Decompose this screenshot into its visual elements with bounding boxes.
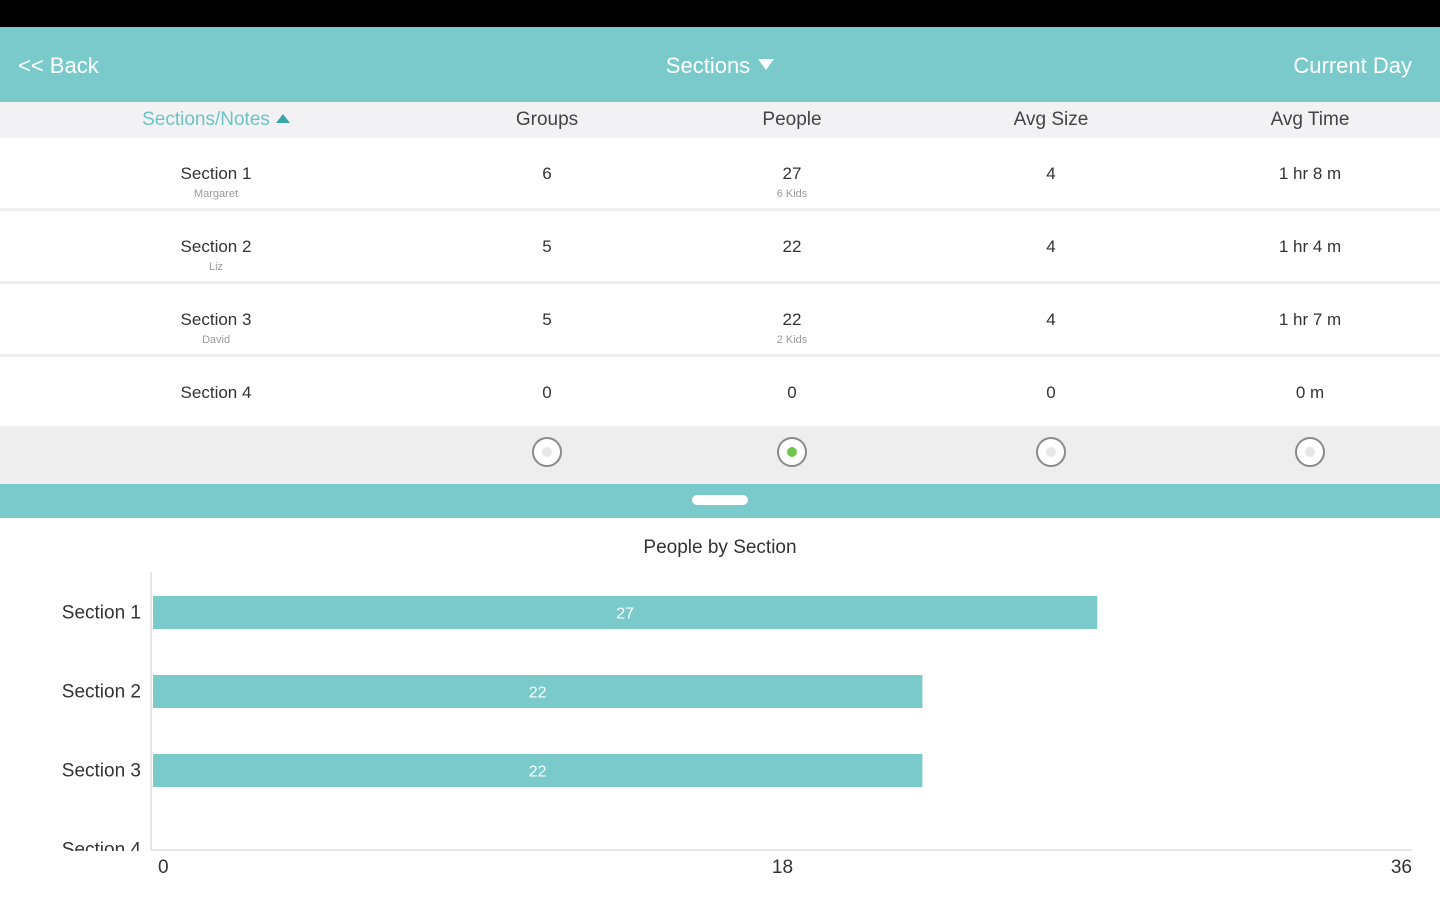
avg-size-radio[interactable] bbox=[1036, 437, 1066, 467]
groups-value: 0 bbox=[542, 383, 552, 402]
avg-time-value: 1 hr 7 m bbox=[1278, 310, 1342, 329]
people-value: 22 bbox=[782, 310, 802, 329]
groups-value: 5 bbox=[542, 237, 552, 256]
avg-size-value: 4 bbox=[1046, 237, 1056, 256]
data-label: 22 bbox=[529, 685, 547, 702]
sections-dropdown[interactable]: Sections bbox=[0, 53, 1440, 79]
category-label: Section 2 bbox=[62, 682, 141, 703]
section-note: Margaret bbox=[193, 188, 239, 200]
column-avg-size[interactable]: Avg Size bbox=[951, 109, 1151, 131]
section-name: Section 3 bbox=[180, 310, 252, 329]
sort-ascending-icon bbox=[275, 114, 290, 123]
people-value: 27 bbox=[782, 164, 802, 183]
column-sections-notes[interactable]: Sections/Notes bbox=[116, 109, 316, 131]
section-name: Section 4 bbox=[180, 383, 252, 402]
label-clip bbox=[0, 851, 151, 890]
category-label: Section 3 bbox=[62, 761, 141, 782]
section-note: Liz bbox=[208, 261, 224, 273]
table-row[interactable]: Section 2 Liz 5 22 4 1 hr 4 m bbox=[0, 211, 1440, 284]
status-bar bbox=[0, 0, 1440, 27]
table-header: Sections/Notes Groups People Avg Size Av… bbox=[0, 102, 1440, 138]
dropdown-label: Sections bbox=[665, 53, 751, 78]
chart-title: People by Section bbox=[643, 537, 797, 558]
radio-dot bbox=[1305, 447, 1315, 457]
x-tick-label: 36 bbox=[1391, 857, 1412, 878]
current-day-button[interactable]: Current Day bbox=[1293, 53, 1412, 79]
people-radio[interactable] bbox=[777, 437, 807, 467]
category-label: Section 1 bbox=[62, 603, 141, 624]
data-label: 22 bbox=[529, 764, 547, 781]
people-note: 2 Kids bbox=[776, 334, 808, 346]
metric-selector bbox=[0, 426, 1440, 484]
table-row[interactable]: Section 1 Margaret 6 27 6 Kids 4 1 hr 8 … bbox=[0, 138, 1440, 211]
people-value: 0 bbox=[787, 383, 797, 402]
column-label: Sections/Notes bbox=[142, 109, 270, 130]
groups-value: 6 bbox=[542, 164, 552, 183]
groups-value: 5 bbox=[542, 310, 552, 329]
people-by-section-chart: Section 1 27Section 2 22Section 3 22Section… bbox=[0, 572, 1412, 890]
radio-dot bbox=[787, 447, 797, 457]
table-row[interactable]: Section 4 0 0 0 0 m bbox=[0, 357, 1440, 426]
table-row[interactable]: Section 3 David 5 22 2 Kids 4 1 hr 7 m bbox=[0, 284, 1440, 357]
avg-time-radio[interactable] bbox=[1295, 437, 1325, 467]
people-value: 22 bbox=[782, 237, 802, 256]
column-avg-time[interactable]: Avg Time bbox=[1210, 109, 1410, 131]
drag-handle[interactable] bbox=[692, 495, 748, 505]
caret-down-icon bbox=[758, 59, 775, 70]
radio-dot bbox=[542, 447, 552, 457]
section-note: David bbox=[201, 334, 231, 346]
x-tick-label: 0 bbox=[158, 857, 169, 878]
resize-divider[interactable] bbox=[0, 484, 1440, 518]
data-label: 27 bbox=[616, 606, 634, 623]
avg-size-value: 0 bbox=[1046, 383, 1056, 402]
section-name: Section 1 bbox=[180, 164, 252, 183]
section-name: Section 2 bbox=[180, 237, 252, 256]
avg-size-value: 4 bbox=[1046, 164, 1056, 183]
avg-time-value: 1 hr 8 m bbox=[1278, 164, 1342, 183]
radio-dot bbox=[1046, 447, 1056, 457]
avg-time-value: 1 hr 4 m bbox=[1278, 237, 1342, 256]
avg-size-value: 4 bbox=[1046, 310, 1056, 329]
x-tick-label: 18 bbox=[772, 857, 793, 878]
people-note: 6 Kids bbox=[776, 188, 808, 200]
column-people[interactable]: People bbox=[692, 109, 892, 131]
column-groups[interactable]: Groups bbox=[447, 109, 647, 131]
app-bar: << Back Sections Current Day bbox=[0, 27, 1440, 102]
avg-time-value: 0 m bbox=[1295, 383, 1325, 402]
groups-radio[interactable] bbox=[532, 437, 562, 467]
